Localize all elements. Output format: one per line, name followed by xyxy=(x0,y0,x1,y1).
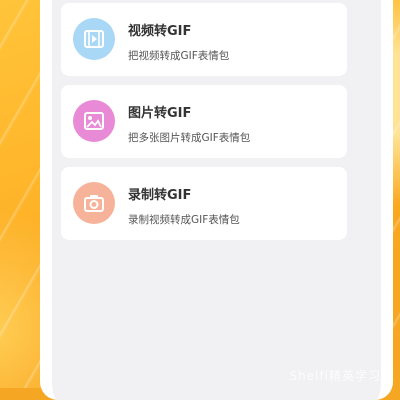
video-to-gif-card[interactable]: 视频转GIF 把视频转成GIF表情包 xyxy=(61,3,347,76)
camera-icon xyxy=(73,182,115,224)
images-to-gif-card[interactable]: 图片转GIF 把多张图片转成GIF表情包 xyxy=(61,85,347,158)
watermark: Shelfl精英学习网 xyxy=(289,369,394,383)
card-title: 录制转GIF xyxy=(128,188,192,203)
card-title: 图片转GIF xyxy=(128,106,192,121)
image-icon xyxy=(73,100,115,142)
card-description: 把多张图片转成GIF表情包 xyxy=(128,132,251,144)
record-to-gif-card[interactable]: 录制转GIF 录制视频转成GIF表情包 xyxy=(61,167,347,240)
card-description: 录制视频转成GIF表情包 xyxy=(128,214,240,226)
card-title: 视频转GIF xyxy=(128,24,192,39)
film-icon xyxy=(73,18,115,60)
card-description: 把视频转成GIF表情包 xyxy=(128,50,230,62)
